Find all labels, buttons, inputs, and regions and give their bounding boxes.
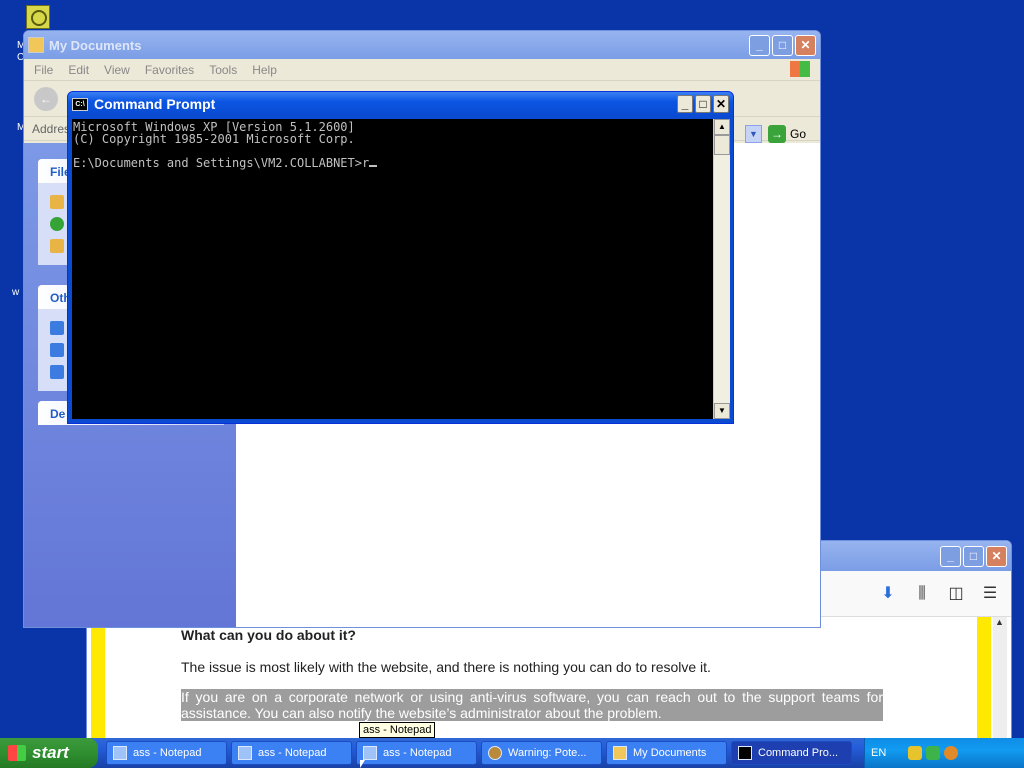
system-tray: EN (864, 738, 1024, 768)
menu-bar: File Edit View Favorites Tools Help (24, 59, 820, 81)
browser-content: What can you do about it? The issue is m… (87, 617, 1011, 749)
taskbar-tooltip: ass - Notepad (359, 722, 436, 738)
start-button[interactable]: start (0, 738, 98, 768)
language-indicator[interactable]: EN (871, 747, 886, 759)
folder-icon (613, 746, 627, 760)
browser-icon (488, 746, 502, 760)
task-label: ass - Notepad (383, 747, 452, 759)
menu-favorites[interactable]: Favorites (145, 63, 194, 77)
maximize-button[interactable]: □ (695, 95, 711, 113)
taskbar-item-notepad[interactable]: ass - Notepad (106, 741, 227, 765)
scroll-down-icon[interactable]: ▼ (714, 403, 730, 419)
task-label: ass - Notepad (258, 747, 327, 759)
console-line: (C) Copyright 1985-2001 Microsoft Corp. (73, 132, 355, 146)
warning-stripe (977, 617, 991, 749)
taskbar-item-browser[interactable]: Warning: Pote... (481, 741, 602, 765)
taskbar: start ass - Notepad ass - Notepad ass - … (0, 738, 1024, 768)
window-title: My Documents (49, 37, 142, 53)
address-dropdown-icon[interactable]: ▼ (745, 125, 762, 143)
close-button[interactable]: ✕ (986, 545, 1007, 567)
start-label: start (32, 743, 69, 762)
sidebar-icon[interactable]: ◫ (947, 585, 965, 603)
mouse-cursor-icon (360, 760, 365, 768)
windows-logo-icon (790, 61, 810, 77)
paragraph: The issue is most likely with the websit… (181, 659, 711, 675)
section-heading: What can you do about it? (181, 627, 356, 643)
task-label: My Documents (633, 747, 707, 759)
menu-icon[interactable]: ☰ (981, 585, 999, 603)
network-place-icon[interactable] (50, 365, 64, 379)
menu-file[interactable]: File (34, 63, 53, 77)
desktop-shortcut-icon[interactable] (26, 5, 50, 29)
notepad-icon (363, 746, 377, 760)
go-arrow-icon: → (768, 125, 786, 143)
library-icon[interactable]: ⫼ (913, 585, 931, 603)
task-label: ass - Notepad (133, 747, 202, 759)
command-prompt-window: C:\ Command Prompt _ □ ✕ Microsoft Windo… (67, 91, 734, 424)
menu-help[interactable]: Help (252, 63, 277, 77)
share-folder-icon[interactable] (50, 239, 64, 253)
console-output[interactable]: Microsoft Windows XP [Version 5.1.2600](… (72, 119, 713, 419)
close-button[interactable]: ✕ (713, 95, 729, 113)
taskbar-item-my-documents[interactable]: My Documents (606, 741, 727, 765)
maximize-button[interactable]: □ (772, 34, 793, 56)
taskbar-item-notepad[interactable]: ass - Notepad (231, 741, 352, 765)
text-cursor (369, 165, 378, 167)
scroll-thumb[interactable] (714, 135, 730, 155)
taskbar-item-command-prompt[interactable]: Command Pro... (731, 741, 852, 765)
maximize-button[interactable]: □ (963, 545, 984, 567)
notepad-icon (238, 746, 252, 760)
window-title: Command Prompt (94, 96, 216, 112)
console-scrollbar[interactable]: ▲ ▼ (713, 119, 730, 419)
web-publish-icon[interactable] (50, 217, 64, 231)
back-button[interactable]: ← (34, 86, 58, 111)
browser-scrollbar[interactable] (993, 617, 1007, 749)
my-documents-titlebar[interactable]: My Documents _ □ ✕ (24, 31, 820, 59)
folder-icon[interactable] (50, 195, 64, 209)
address-label: Addres (32, 121, 71, 136)
notepad-icon (113, 746, 127, 760)
selected-paragraph: If you are on a corporate network or usi… (181, 689, 883, 721)
download-icon[interactable]: ⬇ (879, 585, 897, 603)
search-icon[interactable] (944, 746, 959, 760)
security-shield-icon[interactable] (908, 746, 923, 760)
folder-icon (28, 37, 44, 53)
menu-view[interactable]: View (104, 63, 130, 77)
task-label: Warning: Pote... (508, 747, 587, 759)
minimize-button[interactable]: _ (940, 545, 961, 567)
menu-tools[interactable]: Tools (209, 63, 237, 77)
desktop-text-fragment: w (12, 287, 20, 298)
task-label: Command Pro... (758, 747, 839, 759)
desktop-place-icon[interactable] (50, 321, 64, 335)
close-button[interactable]: ✕ (795, 34, 816, 56)
go-button[interactable]: → Go (768, 125, 806, 143)
warning-stripe (91, 617, 105, 749)
console-prompt: E:\Documents and Settings\VM2.COLLABNET>… (73, 156, 370, 170)
network-icon[interactable] (926, 746, 941, 760)
command-prompt-titlebar[interactable]: C:\ Command Prompt _ □ ✕ (68, 92, 733, 116)
go-label: Go (790, 127, 807, 141)
minimize-button[interactable]: _ (749, 34, 770, 56)
task-list: ass - Notepad ass - Notepad ass - Notepa… (106, 741, 856, 765)
cmd-icon (738, 746, 752, 760)
cmd-icon: C:\ (72, 97, 88, 111)
taskbar-item-notepad[interactable]: ass - Notepad (356, 741, 477, 765)
windows-logo-icon (8, 745, 26, 761)
computer-place-icon[interactable] (50, 343, 64, 357)
console-prompt-line: E:\Documents and Settings\VM2.COLLABNET>… (73, 157, 713, 169)
scroll-up-icon[interactable]: ▲ (714, 119, 730, 135)
minimize-button[interactable]: _ (677, 95, 693, 113)
menu-edit[interactable]: Edit (68, 63, 89, 77)
